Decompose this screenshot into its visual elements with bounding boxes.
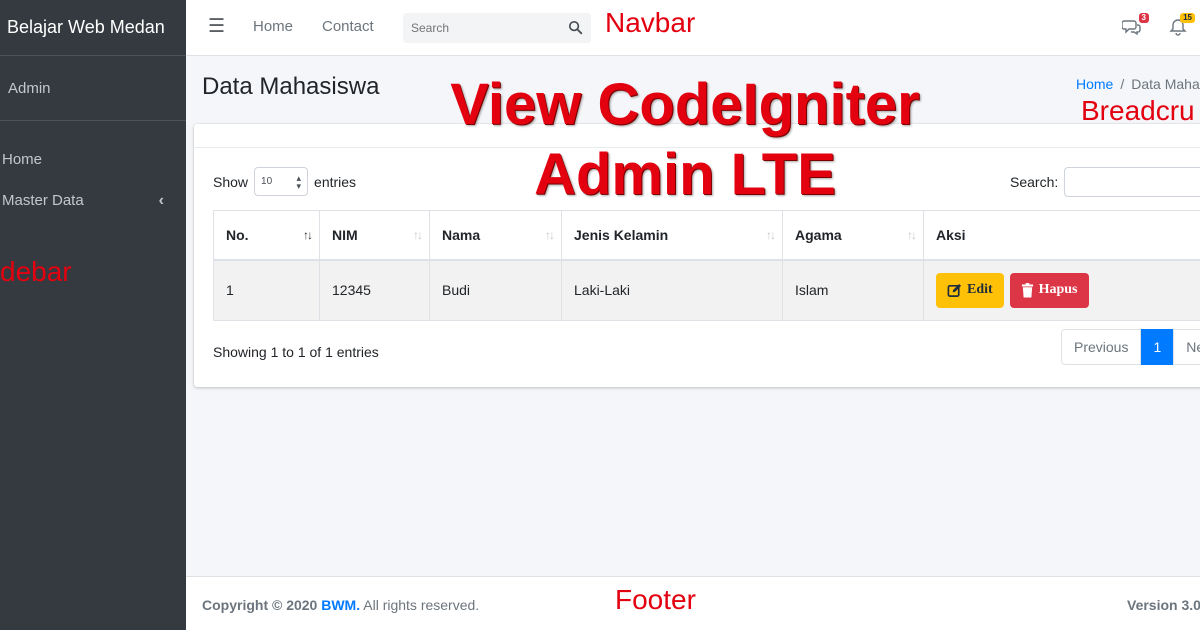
chevron-left-icon: ‹	[158, 191, 164, 209]
table-info: Showing 1 to 1 of 1 entries	[213, 344, 379, 360]
sort-asc-icon: ↑↓	[303, 228, 313, 242]
nav-link-contact[interactable]: Contact	[322, 18, 374, 35]
data-table: No. ↑↓ NIM ↑↓ Nama ↑↓ Jenis Kelamin ↑↓ Agama…	[213, 210, 1200, 321]
column-header-agama[interactable]: Agama ↑↓	[782, 210, 924, 261]
page-length-value: 10	[261, 176, 273, 187]
edit-icon	[947, 283, 962, 297]
cell-no: 1	[213, 259, 320, 321]
sidebar-item-master-data[interactable]: Master Data ‹	[0, 180, 186, 221]
breadcrumb-home[interactable]: Home	[1076, 76, 1113, 92]
admin-page: Belajar Web Medan Admin Home Master Data…	[0, 0, 1200, 630]
navbar-search	[403, 13, 591, 43]
breadcrumb: Home / Data Maha	[1076, 76, 1200, 92]
cell-nim: 12345	[319, 259, 430, 321]
search-input[interactable]	[411, 21, 561, 35]
show-label: Show	[213, 173, 249, 190]
sort-icon: ↑↓	[413, 228, 423, 242]
navbar-annotation: Navbar	[605, 7, 696, 38]
select-arrows-icon: ▴ ▾	[296, 172, 302, 191]
version-info: Version 3.0	[1127, 597, 1200, 613]
cell-nama: Budi	[429, 259, 562, 321]
column-header-nama[interactable]: Nama ↑↓	[429, 210, 562, 261]
footer: Copyright © 2020 BWM. All rights reserve…	[186, 576, 1200, 630]
overlay-title-line-2: Admin LTE	[534, 142, 836, 207]
messages-dropdown[interactable]: 3	[1121, 13, 1149, 39]
cell-jenis-kelamin: Laki-Laki	[561, 259, 783, 321]
pagination-next[interactable]: Ne	[1173, 329, 1200, 365]
cell-aksi: Edit Hapus	[923, 259, 1200, 321]
page-length-select[interactable]: 10 ▴ ▾	[254, 167, 309, 196]
sidebar-nav: Home Master Data ‹	[0, 121, 186, 221]
sort-icon: ↑↓	[907, 228, 917, 242]
copyright: Copyright © 2020 BWM. All rights reserve…	[202, 597, 479, 613]
nav-link-home[interactable]: Home	[253, 18, 293, 35]
copyright-prefix: Copyright © 2020	[202, 597, 318, 613]
breadcrumb-annotation: Breadcru	[1081, 95, 1195, 126]
footer-annotation: Footer	[615, 584, 696, 615]
edit-button[interactable]: Edit	[936, 272, 1004, 308]
table-row: 1 12345 Budi Laki-Laki Islam Edit Hapus	[213, 259, 1200, 321]
user-name: Admin	[8, 79, 51, 97]
copyright-suffix: All rights reserved.	[363, 597, 480, 613]
breadcrumb-separator: /	[1120, 76, 1125, 92]
pagination-previous[interactable]: Previous	[1061, 329, 1142, 365]
sort-icon: ↑↓	[545, 228, 555, 242]
sidebar-item-home[interactable]: Home	[0, 139, 186, 180]
menu-toggle-icon[interactable]: ☰	[208, 15, 225, 38]
page-length-control: Show 10 ▴ ▾ entries	[213, 167, 356, 196]
page-title: Data Mahasiswa	[202, 73, 380, 100]
column-header-jenis-kelamin[interactable]: Jenis Kelamin ↑↓	[561, 210, 783, 261]
pagination-page-1[interactable]: 1	[1141, 329, 1174, 365]
sidebar: Belajar Web Medan Admin Home Master Data…	[0, 0, 186, 630]
pagination: Previous 1 Ne	[1061, 329, 1200, 365]
delete-button[interactable]: Hapus	[1009, 272, 1089, 308]
navbar: ☰ Home Contact Navbar 3 15	[186, 0, 1200, 56]
column-header-no[interactable]: No. ↑↓	[213, 210, 320, 261]
table-search-label: Search:	[1010, 174, 1059, 190]
messages-badge: 3	[1138, 13, 1149, 23]
table-search-input[interactable]	[1064, 167, 1200, 197]
notifications-dropdown[interactable]: 15	[1168, 13, 1195, 39]
footer-brand-link[interactable]: BWM.	[321, 597, 360, 613]
sort-icon: ↑↓	[766, 228, 776, 242]
column-header-nim[interactable]: NIM ↑↓	[319, 210, 430, 261]
overlay-title: View CodeIgniter Admin LTE	[370, 70, 1000, 210]
cell-agama: Islam	[782, 259, 924, 321]
sidebar-annotation: debar	[0, 256, 72, 287]
breadcrumb-current: Data Maha	[1131, 76, 1200, 92]
edit-label: Edit	[967, 282, 993, 298]
column-header-aksi[interactable]: Aksi	[923, 210, 1200, 261]
user-panel[interactable]: Admin	[0, 56, 186, 121]
sidebar-item-label: Home	[2, 151, 43, 168]
entries-label: entries	[314, 173, 357, 190]
notifications-badge: 15	[1180, 13, 1195, 23]
delete-label: Hapus	[1038, 282, 1078, 298]
sidebar-item-label: Master Data	[2, 192, 84, 209]
table-header-row: No. ↑↓ NIM ↑↓ Nama ↑↓ Jenis Kelamin ↑↓ Agama…	[213, 210, 1200, 261]
brand-text: Belajar Web Medan	[7, 17, 165, 37]
overlay-title-line-1: View CodeIgniter	[450, 72, 920, 137]
trash-icon	[1021, 282, 1033, 298]
brand-link[interactable]: Belajar Web Medan	[0, 0, 186, 56]
search-icon[interactable]	[568, 20, 583, 35]
